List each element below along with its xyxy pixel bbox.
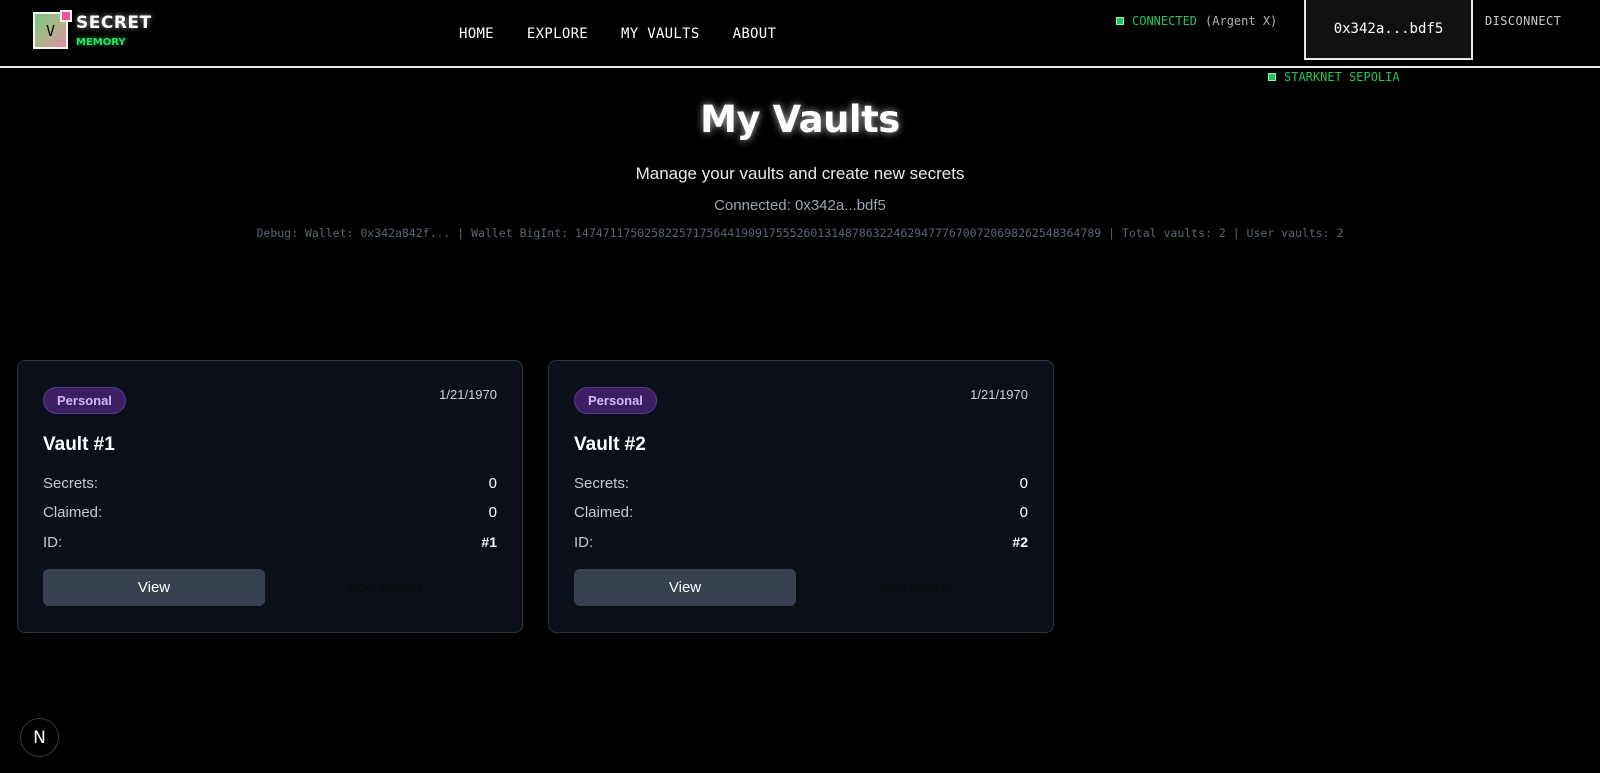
secrets-label: Secrets: <box>574 475 630 492</box>
logo-letter: V <box>45 21 56 40</box>
main-nav: HOME EXPLORE MY VAULTS ABOUT <box>459 26 809 42</box>
status-dot-icon <box>1116 17 1124 25</box>
claimed-value: 0 <box>488 504 497 521</box>
wallet-provider: (Argent X) <box>1205 14 1278 28</box>
page-title: My Vaults <box>700 98 900 141</box>
vault-claimed-row: Claimed: 0 <box>574 504 1028 521</box>
secrets-value: 0 <box>1019 475 1028 492</box>
top-header: V SECRET MEMORY HOME EXPLORE MY VAULTS A… <box>0 0 1600 68</box>
vault-id-row: ID: #2 <box>574 534 1028 551</box>
debug-info: Debug: Wallet: 0x342a842f... | Wallet Bi… <box>256 226 1344 240</box>
app-logo[interactable]: V SECRET MEMORY <box>33 10 152 50</box>
page-subtitle: Manage your vaults and create new secret… <box>635 164 965 183</box>
id-label: ID: <box>43 534 63 551</box>
logo-accent-square <box>60 10 72 22</box>
view-vault-button[interactable]: View <box>574 569 796 606</box>
vault-id-row: ID: #1 <box>43 534 497 551</box>
logo-title: SECRET <box>76 13 152 33</box>
nav-about-link[interactable]: ABOUT <box>733 26 777 42</box>
secrets-value: 0 <box>488 475 497 492</box>
vault-type-badge: Personal <box>43 387 126 414</box>
vault-secrets-row: Secrets: 0 <box>574 475 1028 492</box>
add-secret-button[interactable]: Add Secret <box>274 569 496 606</box>
disconnect-button[interactable]: DISCONNECT <box>1485 14 1561 28</box>
nav-explore-link[interactable]: EXPLORE <box>527 26 588 42</box>
vault-secrets-row: Secrets: 0 <box>43 475 497 492</box>
secrets-label: Secrets: <box>43 475 99 492</box>
network-indicator: STARKNET SEPOLIA <box>1268 70 1400 84</box>
claimed-label: Claimed: <box>574 504 634 521</box>
vault-date: 1/21/1970 <box>970 387 1028 402</box>
status-text: CONNECTED <box>1132 14 1198 28</box>
id-label: ID: <box>574 534 594 551</box>
vault-claimed-row: Claimed: 0 <box>43 504 497 521</box>
network-name: STARKNET SEPOLIA <box>1284 70 1400 84</box>
claimed-label: Claimed: <box>43 504 103 521</box>
add-secret-button[interactable]: Add Secret <box>805 569 1027 606</box>
nav-home-link[interactable]: HOME <box>459 26 494 42</box>
vault-title: Vault #2 <box>574 434 646 455</box>
vault-title: Vault #1 <box>43 434 115 455</box>
wallet-address-button[interactable]: 0x342a...bdf5 <box>1304 0 1473 60</box>
logo-subtitle: MEMORY <box>76 37 126 48</box>
logo-wordmark: SECRET MEMORY <box>76 12 152 50</box>
vault-card: Personal 1/21/1970 Vault #1 Secrets: 0 C… <box>17 360 523 633</box>
next-logo-icon: N <box>33 727 46 748</box>
dev-tools-badge[interactable]: N <box>20 718 59 757</box>
vault-date: 1/21/1970 <box>439 387 497 402</box>
claimed-value: 0 <box>1019 504 1028 521</box>
vault-type-badge: Personal <box>574 387 657 414</box>
logo-mark: V <box>33 10 72 49</box>
view-vault-button[interactable]: View <box>43 569 265 606</box>
connection-status: CONNECTED (Argent X) <box>1116 14 1277 28</box>
id-value: #2 <box>1012 534 1028 550</box>
nav-my-vaults-link[interactable]: MY VAULTS <box>621 26 700 42</box>
id-value: #1 <box>481 534 497 550</box>
network-dot-icon <box>1268 73 1276 81</box>
vault-card: Personal 1/21/1970 Vault #2 Secrets: 0 C… <box>548 360 1054 633</box>
connected-address: Connected: 0x342a...bdf5 <box>714 197 886 214</box>
